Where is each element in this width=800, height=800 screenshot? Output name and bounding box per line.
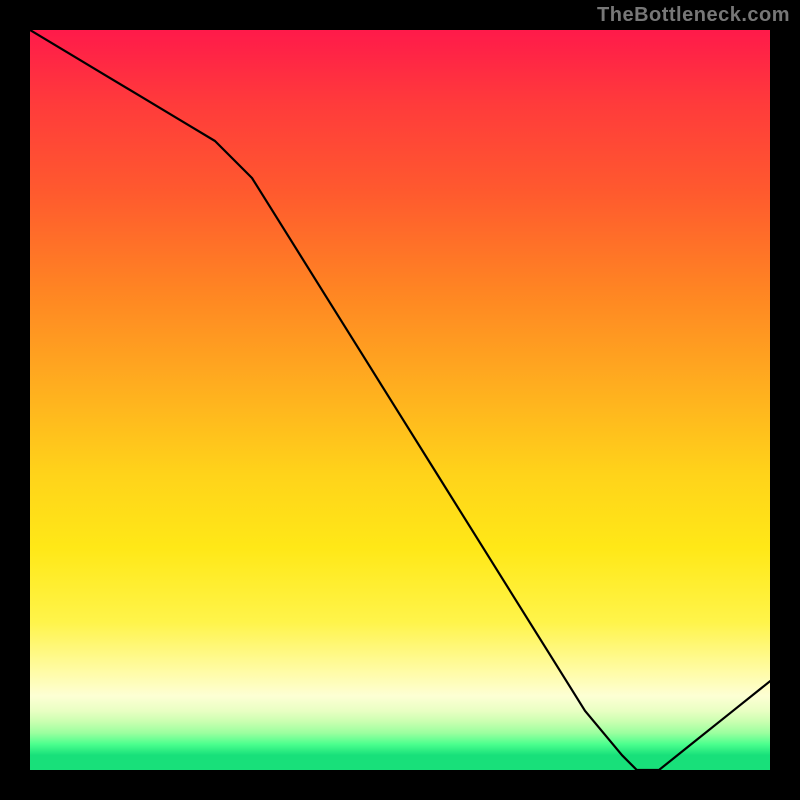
plot-area — [30, 30, 770, 770]
watermark-text: TheBottleneck.com — [597, 4, 790, 27]
chart-frame: TheBottleneck.com — [0, 0, 800, 800]
bottleneck-curve — [30, 30, 770, 770]
chart-svg — [30, 30, 770, 770]
